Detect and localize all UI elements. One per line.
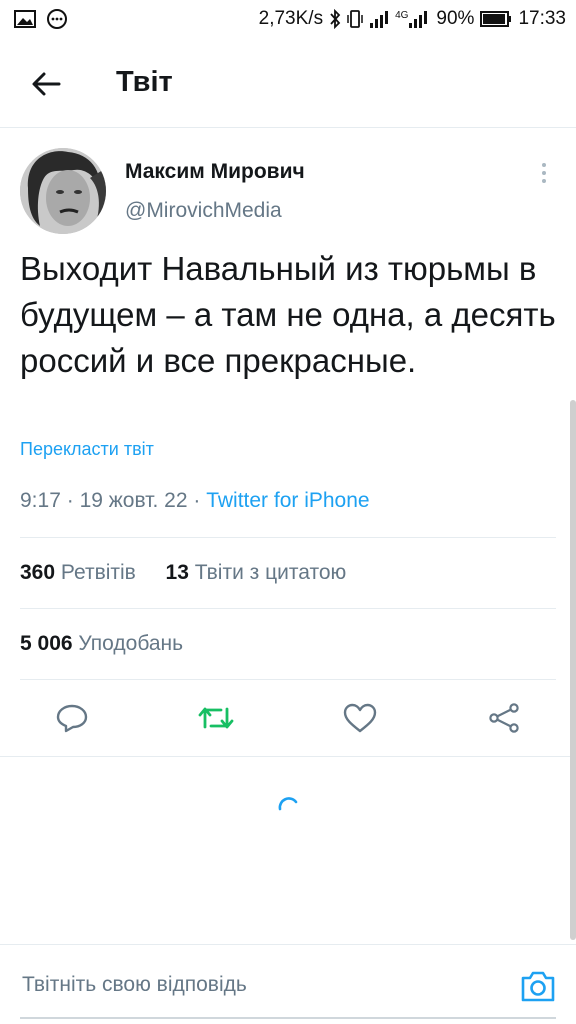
vibrate-icon (347, 9, 363, 29)
top-app-bar: Твіт (0, 38, 576, 128)
author-handle[interactable]: @MirovichMedia (125, 199, 282, 223)
tweet-date: 19 жовт. 22 (79, 489, 188, 512)
quotes-stat[interactable]: 13 Твіти з цитатою (166, 561, 347, 584)
reply-button[interactable] (54, 700, 90, 736)
reply-input[interactable]: Твітніть свою відповідь (22, 973, 247, 997)
retweet-icon (198, 707, 234, 729)
quotes-count: 13 (165, 561, 189, 584)
camera-button[interactable] (519, 969, 557, 1003)
page-title: Твіт (116, 66, 173, 98)
likes-stats-row[interactable]: 5 006 Уподобань (20, 632, 183, 656)
meta-separator: · (193, 489, 201, 512)
share-button[interactable] (486, 700, 522, 736)
like-icon (343, 703, 377, 733)
scrollbar[interactable] (570, 400, 576, 940)
chat-bubble-icon (46, 8, 68, 30)
tweet-text: Выходит Навальный из тюрьмы в будущем – … (20, 250, 556, 379)
signal-4g-icon: 4G (395, 10, 430, 28)
retweets-stat[interactable]: 360 Ретвітів (20, 561, 136, 584)
status-bar-left (14, 8, 68, 30)
divider (20, 608, 556, 609)
avatar[interactable] (20, 148, 106, 234)
share-icon (489, 703, 519, 733)
divider (20, 679, 556, 680)
author-name[interactable]: Максим Мирович (125, 160, 305, 184)
likes-count: 5 006 (20, 632, 73, 655)
retweet-button[interactable] (198, 700, 234, 736)
reply-underline (20, 1017, 556, 1019)
avatar-image (20, 148, 106, 234)
battery-icon (480, 11, 512, 27)
tweet-client-link[interactable]: Twitter for iPhone (206, 489, 369, 512)
more-dot-icon (542, 163, 546, 167)
translate-tweet-link[interactable]: Перекласти твіт (20, 439, 154, 460)
divider (20, 537, 556, 538)
quotes-label: Твіти з цитатою (194, 561, 347, 584)
meta-separator: · (66, 489, 74, 512)
divider (0, 756, 576, 757)
loading-spinner-icon (277, 795, 299, 817)
signal-icon (369, 10, 389, 28)
battery-percent: 90% (436, 8, 475, 29)
tweet-time: 9:17 (20, 489, 61, 512)
net-speed: 2,73K/s (258, 8, 324, 29)
status-bar-right: 2,73K/s 4G 90% 17:33 (259, 8, 566, 30)
back-button[interactable] (28, 66, 64, 102)
like-button[interactable] (342, 700, 378, 736)
arrow-left-icon (32, 72, 61, 96)
gallery-icon (14, 10, 36, 28)
network-type: 4G (395, 10, 409, 21)
more-dot-icon (542, 171, 546, 175)
bluetooth-icon (329, 9, 341, 29)
status-bar: 2,73K/s 4G 90% 17:33 (0, 0, 576, 38)
retweets-count: 360 (20, 561, 56, 584)
clock: 17:33 (518, 8, 566, 29)
retweets-label: Ретвітів (60, 561, 136, 584)
tweet-actions-bar (0, 688, 576, 748)
retweet-stats-row: 360 Ретвітів 13 Твіти з цитатою (20, 561, 346, 585)
reply-composer: Твітніть свою відповідь (0, 944, 576, 1024)
likes-label: Уподобань (78, 632, 184, 655)
more-options-button[interactable] (534, 160, 554, 186)
reply-icon (56, 704, 88, 733)
camera-icon (521, 971, 555, 1002)
tweet-meta: 9:17 · 19 жовт. 22 · Twitter for iPhone (20, 489, 370, 513)
more-dot-icon (542, 179, 546, 183)
